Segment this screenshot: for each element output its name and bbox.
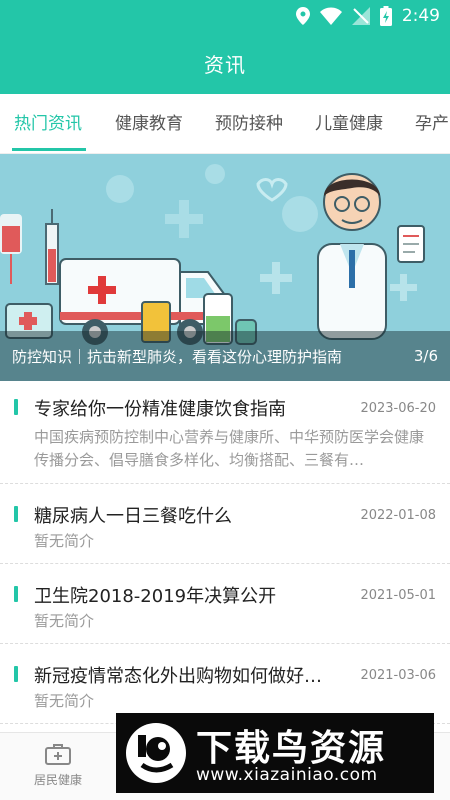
category-tabs: 热门资讯 健康教育 预防接种 儿童健康 孕产: [0, 94, 450, 154]
tab-health-education[interactable]: 健康教育: [115, 94, 183, 153]
banner-carousel[interactable]: 防控知识｜抗击新型肺炎，看看这份心理防护指南 3/6: [0, 154, 450, 381]
news-summary: 暂无简介: [34, 692, 95, 710]
news-date: 2023-06-20: [360, 401, 436, 416]
tab-child-health[interactable]: 儿童健康: [315, 94, 383, 153]
watermark-title: 下载鸟资源: [196, 728, 387, 769]
status-bar: 2:49: [0, 0, 450, 32]
banner-caption: 防控知识｜抗击新型肺炎，看看这份心理防护指南 3/6: [0, 331, 450, 381]
news-summary: 暂无简介: [34, 532, 95, 550]
app-header: 资讯: [0, 32, 450, 94]
news-date: 2021-05-01: [360, 588, 436, 603]
news-date: 2021-03-06: [360, 668, 436, 683]
news-summary: 中国疾病预防控制中心营养与健康所、中华预防医学会健康传播分会、倡导膳食多样化、均…: [34, 428, 425, 469]
banner-caption-text: 防控知识｜抗击新型肺炎，看看这份心理防护指南: [12, 347, 343, 366]
news-title: 卫生院2018-2019年决算公开: [34, 586, 277, 607]
news-marker: [14, 586, 18, 602]
news-item[interactable]: 糖尿病人一日三餐吃什么 2022-01-08 暂无简介: [0, 484, 450, 564]
tab-hot-news[interactable]: 热门资讯: [14, 94, 82, 153]
news-summary: 暂无简介: [34, 612, 95, 630]
banner-page-counter: 3/6: [413, 347, 438, 365]
status-time: 2:49: [401, 6, 440, 26]
news-marker: [14, 399, 18, 415]
news-marker: [14, 666, 18, 682]
watermark-url: www.xiazainiao.com: [196, 765, 378, 785]
active-tab-indicator: [12, 148, 86, 151]
news-list: 专家给你一份精准健康饮食指南 2023-06-20 中国疾病预防控制中心营养与健…: [0, 381, 450, 724]
news-title: 糖尿病人一日三餐吃什么: [34, 506, 232, 527]
news-item[interactable]: 专家给你一份精准健康饮食指南 2023-06-20 中国疾病预防控制中心营养与健…: [0, 381, 450, 484]
signal-off-icon: [351, 7, 370, 25]
news-marker: [14, 506, 18, 522]
tab-maternal[interactable]: 孕产: [415, 94, 449, 153]
news-title: 专家给你一份精准健康饮食指南: [34, 399, 286, 420]
news-item[interactable]: 卫生院2018-2019年决算公开 2021-05-01 暂无简介: [0, 564, 450, 644]
nav-resident-health[interactable]: 居民健康: [18, 743, 98, 788]
wifi-icon: [319, 7, 342, 25]
medical-kit-icon: [45, 744, 71, 765]
status-icons: 2:49: [295, 5, 440, 27]
news-title: 新冠疫情常态化外出购物如何做好…: [34, 666, 322, 687]
location-icon: [295, 7, 310, 25]
tab-vaccination[interactable]: 预防接种: [215, 94, 283, 153]
nav-label: 居民健康: [33, 773, 82, 787]
news-date: 2022-01-08: [360, 508, 436, 523]
battery-charging-icon: [379, 6, 392, 26]
watermark-overlay: 下载鸟资源 www.xiazainiao.com: [116, 713, 434, 793]
news-item[interactable]: 新冠疫情常态化外出购物如何做好… 2021-03-06 暂无简介: [0, 644, 450, 724]
page-title: 资讯: [204, 52, 246, 77]
bird-logo-icon: [126, 723, 186, 783]
